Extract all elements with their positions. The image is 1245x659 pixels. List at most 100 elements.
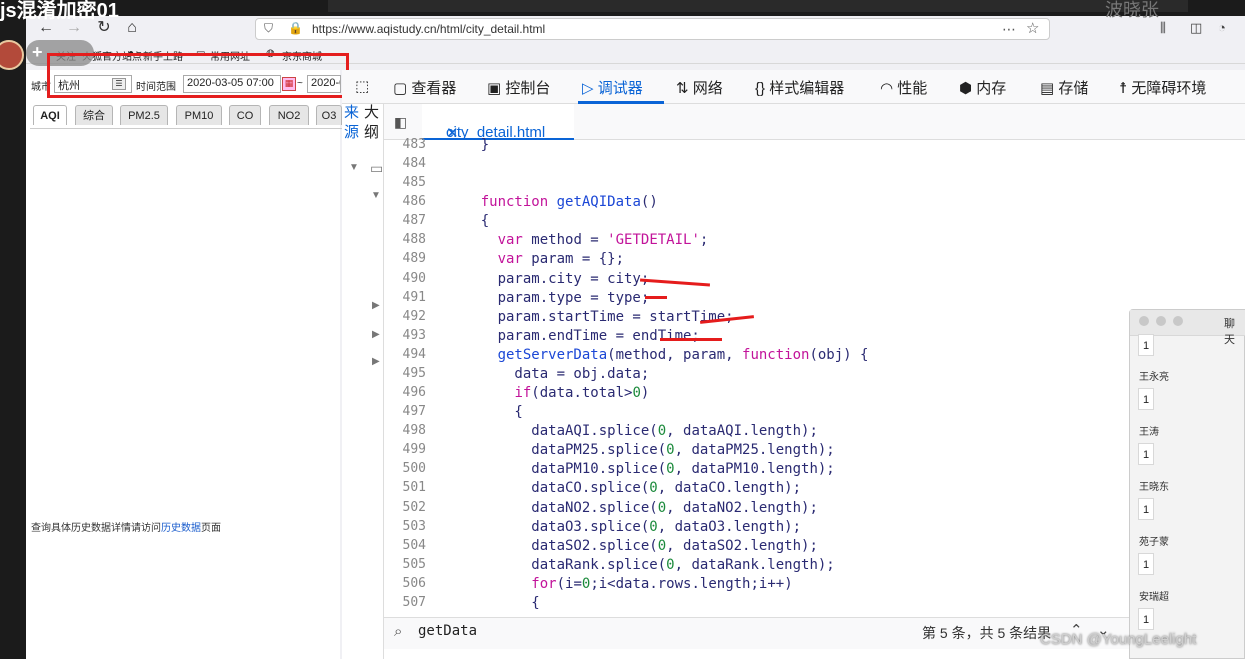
code-line[interactable]: { — [447, 595, 539, 611]
line-number[interactable]: 487 — [388, 213, 426, 228]
tab-memory[interactable]: ⬢ 内存 — [959, 77, 1006, 98]
line-number[interactable]: 500 — [388, 461, 426, 476]
line-number[interactable]: 483 — [388, 137, 426, 152]
code-line[interactable]: dataAQI.splice(0, dataAQI.length); — [447, 423, 818, 439]
code-line[interactable]: dataPM10.splice(0, dataPM10.length); — [447, 461, 834, 477]
video-top-bar — [0, 0, 1245, 16]
more-actions-icon[interactable]: ⋯ — [1002, 21, 1016, 38]
line-number[interactable]: 490 — [388, 271, 426, 286]
url-bar[interactable]: ⛉ 🔒 https://www.aqistudy.cn/html/city_de… — [255, 18, 1050, 40]
code-line[interactable]: dataRank.splice(0, dataRank.length); — [447, 557, 834, 573]
sources-sidebar — [342, 104, 384, 659]
tab-overall[interactable]: 综合 — [75, 105, 113, 125]
code-line[interactable]: dataO3.splice(0, dataO3.length); — [447, 519, 801, 535]
video-frame-strip — [328, 0, 1188, 12]
file-tab[interactable]: city_detail.html ✕ — [422, 104, 574, 142]
history-data-link[interactable]: 历史数据 — [161, 523, 201, 534]
expand-down-icon[interactable]: ▼ — [349, 162, 359, 173]
expand-right-icon[interactable]: ▶ — [372, 329, 380, 340]
line-number[interactable]: 492 — [388, 309, 426, 324]
history-footnote: 查询具体历史数据详情请访问历史数据页面 — [31, 519, 221, 534]
code-line[interactable]: dataSO2.splice(0, dataSO2.length); — [447, 538, 818, 554]
search-input[interactable]: getData — [418, 623, 477, 639]
code-line[interactable]: var param = {}; — [447, 251, 624, 267]
home-icon[interactable]: ⌂ — [122, 18, 142, 38]
annotation-arrow — [645, 296, 667, 299]
highlight-box — [47, 53, 349, 98]
accessibility-icon: ☨ — [1119, 80, 1128, 97]
code-line[interactable]: dataNO2.splice(0, dataNO2.length); — [447, 500, 818, 516]
window-maximize-icon[interactable] — [1173, 316, 1183, 326]
tab-aqi[interactable]: AQI — [33, 105, 67, 125]
tab-pm25[interactable]: PM2.5 — [120, 105, 168, 125]
element-picker-icon[interactable]: ⬚ — [355, 77, 369, 95]
star-icon[interactable]: ☆ — [1026, 19, 1039, 37]
line-number[interactable]: 501 — [388, 480, 426, 495]
extension-icon[interactable]: ◔ — [1218, 20, 1226, 35]
sources-tab[interactable]: 来源 — [344, 103, 359, 143]
line-number[interactable]: 506 — [388, 576, 426, 591]
tab-storage[interactable]: ▤ 存储 — [1040, 77, 1088, 98]
code-line[interactable]: } — [447, 137, 489, 153]
code-line[interactable]: param.type = type; — [447, 290, 650, 306]
line-number[interactable]: 495 — [388, 366, 426, 381]
window-close-icon[interactable] — [1139, 316, 1149, 326]
code-line[interactable]: param.startTime = startTime; — [447, 309, 734, 325]
code-line[interactable]: dataPM25.splice(0, dataPM25.length); — [447, 442, 834, 458]
code-line[interactable]: param.city = city; — [447, 271, 650, 287]
tab-pm10[interactable]: PM10 — [176, 105, 222, 125]
line-number[interactable]: 497 — [388, 404, 426, 419]
line-number[interactable]: 502 — [388, 500, 426, 515]
code-line[interactable]: { — [447, 213, 489, 229]
annotation-arrow — [660, 338, 722, 341]
line-number[interactable]: 496 — [388, 385, 426, 400]
line-number[interactable]: 493 — [388, 328, 426, 343]
tab-performance[interactable]: ◠ 性能 — [880, 77, 927, 98]
line-number[interactable]: 489 — [388, 251, 426, 266]
code-line[interactable]: if(data.total>0) — [447, 385, 649, 401]
tab-no2[interactable]: NO2 — [269, 105, 309, 125]
toggle-sidebar-icon[interactable]: ◧ — [394, 114, 407, 131]
tab-accessibility[interactable]: ☨ 无障碍环境 — [1119, 77, 1206, 98]
expand-down-icon[interactable]: ▼ — [371, 190, 381, 201]
line-number[interactable]: 505 — [388, 557, 426, 572]
expand-right-icon[interactable]: ▶ — [372, 300, 380, 311]
code-line[interactable]: param.endTime = endTime; — [447, 328, 700, 344]
sidebar-toggle-icon[interactable]: ◫ — [1190, 20, 1202, 36]
library-icon[interactable]: ⫼ — [1160, 20, 1166, 36]
chat-title: 聊天 — [1224, 318, 1235, 346]
code-line[interactable]: getServerData(method, param, function(ob… — [447, 347, 869, 363]
line-number[interactable]: 486 — [388, 194, 426, 209]
chat-sender-name: 安瑞超 — [1139, 592, 1169, 603]
tab-co[interactable]: CO — [229, 105, 261, 125]
line-number[interactable]: 503 — [388, 519, 426, 534]
tab-network[interactable]: ⇅ 网络 — [676, 77, 723, 98]
tab-inspector[interactable]: ▢ 查看器 — [393, 77, 456, 98]
chat-message-bubble: 1 — [1138, 553, 1154, 575]
line-number[interactable]: 488 — [388, 232, 426, 247]
tab-console[interactable]: ▣ 控制台 — [487, 77, 550, 98]
tab-style-editor[interactable]: {} 样式编辑器 — [755, 77, 844, 98]
code-line[interactable]: data = obj.data; — [447, 366, 649, 382]
expand-right-icon[interactable]: ▶ — [372, 356, 380, 367]
outline-tab[interactable]: 大纲 — [364, 103, 379, 143]
code-line[interactable]: { — [447, 404, 522, 420]
left-strip — [0, 16, 26, 659]
line-number[interactable]: 494 — [388, 347, 426, 362]
tab-debugger[interactable]: ▷ 调试器 — [582, 77, 643, 98]
code-line[interactable]: function getAQIData() — [447, 194, 658, 210]
code-line[interactable]: var method = 'GETDETAIL'; — [447, 232, 709, 248]
code-line[interactable]: for(i=0;i<data.rows.length;i++) — [447, 576, 792, 592]
window-minimize-icon[interactable] — [1156, 316, 1166, 326]
line-number[interactable]: 491 — [388, 290, 426, 305]
line-number[interactable]: 507 — [388, 595, 426, 610]
lock-icon: 🔒 — [288, 21, 303, 35]
code-line[interactable]: dataCO.splice(0, dataCO.length); — [447, 480, 801, 496]
line-number[interactable]: 498 — [388, 423, 426, 438]
line-number[interactable]: 504 — [388, 538, 426, 553]
line-number[interactable]: 499 — [388, 442, 426, 457]
line-number[interactable]: 484 — [388, 156, 426, 171]
line-number[interactable]: 485 — [388, 175, 426, 190]
storage-icon: ▤ — [1040, 80, 1055, 97]
tab-o3[interactable]: O3 — [316, 105, 342, 125]
